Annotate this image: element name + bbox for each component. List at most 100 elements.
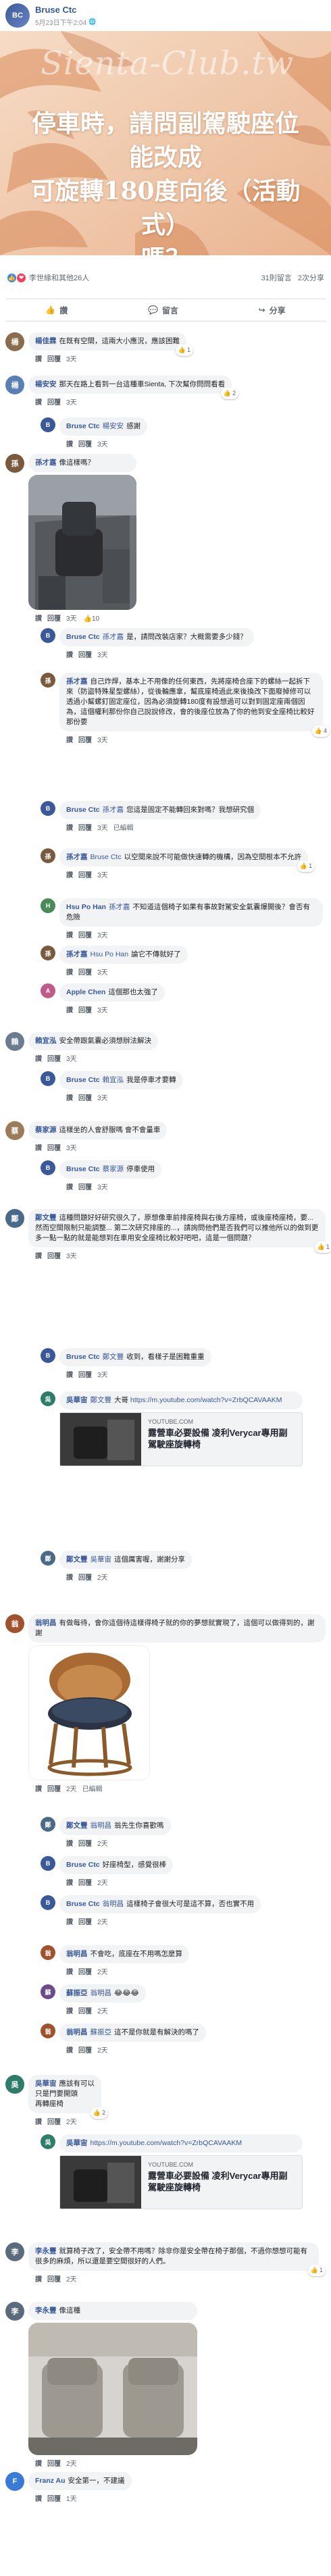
comment-like-link[interactable]: 讚: [35, 356, 42, 363]
comment-like-link[interactable]: 讚: [66, 2008, 73, 2015]
avatar[interactable]: 蘇: [41, 1984, 55, 1999]
commenter-name[interactable]: 孫才嘉: [35, 459, 57, 467]
timestamp-text[interactable]: 5月23日下午2:04: [35, 17, 86, 27]
commenter-name[interactable]: 翁明昌: [66, 1950, 88, 1958]
mention-tag[interactable]: 翁明昌: [91, 1822, 112, 1830]
comment-reply-link[interactable]: 回覆: [78, 652, 92, 659]
comment-reply-link[interactable]: 回覆: [78, 932, 92, 939]
comment-time[interactable]: 2天: [66, 1786, 77, 1793]
avatar[interactable]: 李: [5, 2302, 24, 2321]
comment-like-link[interactable]: 讚: [35, 1786, 42, 1793]
comment-like-link[interactable]: 讚: [66, 1007, 73, 1014]
comment-like-link[interactable]: 讚: [66, 872, 73, 879]
mention-tag[interactable]: 孫才嘉: [103, 633, 124, 641]
comment-reply-link[interactable]: 回覆: [47, 615, 61, 623]
comment-like-link[interactable]: 讚: [66, 1372, 73, 1379]
commenter-name[interactable]: Bruse Ctc: [66, 1165, 100, 1173]
comment-time[interactable]: 2天: [66, 2461, 77, 2468]
comment-reply-link[interactable]: 回覆: [78, 825, 92, 832]
avatar[interactable]: 賴: [5, 1032, 24, 1051]
comment-like-link[interactable]: 讚: [66, 932, 73, 939]
comment-reply-link[interactable]: 回覆: [78, 1007, 92, 1014]
comment-reply-link[interactable]: 回覆: [78, 1095, 92, 1102]
commenter-name[interactable]: 鄭文豐: [35, 1214, 57, 1222]
comment-like-link[interactable]: 讚: [66, 2047, 73, 2055]
commenter-name[interactable]: 楊佳霖: [35, 337, 57, 345]
comment-reply-link[interactable]: 回覆: [47, 2119, 61, 2126]
avatar[interactable]: 孫: [41, 946, 55, 960]
commenter-name[interactable]: Bruse Ctc: [66, 1353, 100, 1361]
like-count-badge[interactable]: 👍 2: [220, 388, 239, 399]
link-title[interactable]: 露營車必要設備 凌利Verycar專用副駕駛座旋轉椅: [148, 2170, 295, 2193]
commenter-name[interactable]: Bruse Ctc: [66, 806, 100, 814]
link-preview-card[interactable]: ▶ YOUTUBE.COM 露營車必要設備 凌利Verycar專用副駕駛座旋轉椅: [59, 2155, 303, 2209]
avatar[interactable]: 孫: [5, 454, 24, 473]
link-preview-card[interactable]: ▶ YOUTUBE.COM 露營車必要設備 凌利Verycar專用副駕駛座旋轉椅: [59, 1412, 303, 1466]
van-interior-photo[interactable]: [28, 2323, 197, 2455]
avatar[interactable]: 吳: [5, 2075, 24, 2094]
comment-like-link[interactable]: 讚: [66, 1574, 73, 1582]
comment-reply-link[interactable]: 回覆: [78, 1969, 92, 1976]
mention-tag[interactable]: 孫才嘉: [103, 806, 124, 814]
comment-like-link[interactable]: 讚: [66, 969, 73, 977]
avatar[interactable]: 翁: [5, 1614, 24, 1633]
commenter-name[interactable]: 李永豐: [35, 2247, 57, 2255]
comment-reply-link[interactable]: 回覆: [78, 1880, 92, 1887]
like-count-badge[interactable]: 👍 1: [297, 860, 315, 872]
comment-time[interactable]: 2天: [66, 2119, 77, 2126]
comment-time[interactable]: 3天: [97, 1007, 108, 1014]
commenter-name[interactable]: 翁明昌: [66, 2028, 88, 2036]
avatar[interactable]: 吳: [41, 1391, 55, 1406]
commenter-name[interactable]: 孫才嘉: [66, 950, 88, 958]
commenter-name[interactable]: Bruse Ctc: [66, 1861, 100, 1869]
like-button[interactable]: 👍 讚: [45, 305, 68, 316]
comment-like-link[interactable]: 讚: [35, 1145, 42, 1152]
avatar[interactable]: F: [5, 2472, 24, 2491]
video-thumbnail[interactable]: ▶: [60, 2156, 141, 2209]
avatar[interactable]: B: [41, 1160, 55, 1175]
comment-like-link[interactable]: 讚: [66, 1184, 73, 1191]
comment-like-link[interactable]: 讚: [35, 2461, 42, 2468]
shares-count[interactable]: 2次分享: [298, 274, 324, 282]
comment-reply-link[interactable]: 回覆: [78, 1840, 92, 1848]
comment-like-link[interactable]: 讚: [35, 2276, 42, 2284]
commenter-name[interactable]: Apple Chen: [66, 988, 105, 996]
comment-like-link[interactable]: 讚: [66, 1919, 73, 1926]
comment-like-link[interactable]: 讚: [66, 1840, 73, 1848]
commenter-name[interactable]: Bruse Ctc: [66, 1076, 100, 1084]
comment-reply-link[interactable]: 回覆: [78, 441, 92, 448]
avatar[interactable]: B: [41, 801, 55, 816]
comment-time[interactable]: 3天: [97, 441, 108, 448]
avatar[interactable]: 吳: [41, 2134, 55, 2149]
comment-time[interactable]: 2天: [97, 1880, 108, 1887]
comment-reply-link[interactable]: 回覆: [78, 872, 92, 879]
avatar[interactable]: 翁: [41, 1945, 55, 1960]
commenter-name[interactable]: Bruse Ctc: [66, 422, 100, 430]
avatar[interactable]: B: [41, 1348, 55, 1363]
comment-time[interactable]: 2天: [97, 2047, 108, 2055]
comment-like-link[interactable]: 讚: [66, 737, 73, 744]
avatar[interactable]: 鄭: [41, 1551, 55, 1566]
mention-tag[interactable]: 吳華宙: [91, 1555, 112, 1564]
mention-tag[interactable]: 翁明昌: [91, 1989, 112, 1997]
mention-tag[interactable]: 蔡家源: [103, 1165, 124, 1173]
avatar[interactable]: 翁: [41, 2024, 55, 2038]
share-button[interactable]: ↪ 分享: [259, 305, 286, 316]
comment-like-link[interactable]: 讚: [66, 1880, 73, 1887]
comment-reply-link[interactable]: 回覆: [78, 2008, 92, 2015]
like-count-badge[interactable]: 👍 1: [175, 344, 193, 356]
comment-reply-link[interactable]: 回覆: [47, 2496, 61, 2503]
mention-tag[interactable]: 蘇振亞: [91, 2028, 112, 2036]
comment-like-link[interactable]: 讚: [35, 2496, 42, 2503]
comment-like-link[interactable]: 讚: [66, 652, 73, 659]
comment-like-link[interactable]: 讚: [35, 1253, 42, 1260]
comment-time[interactable]: 2天: [97, 1969, 108, 1976]
commenter-name[interactable]: 吳華宙: [66, 1396, 88, 1404]
comment-time[interactable]: 2天: [97, 1840, 108, 1848]
avatar[interactable]: B: [41, 1895, 55, 1910]
comment-like-link[interactable]: 讚: [66, 1095, 73, 1102]
comment-time[interactable]: 3天: [97, 737, 108, 744]
edited-label[interactable]: 已編輯: [113, 825, 134, 832]
car-seat-photo[interactable]: [28, 475, 136, 610]
like-count-badge[interactable]: 👍 4: [311, 725, 330, 737]
